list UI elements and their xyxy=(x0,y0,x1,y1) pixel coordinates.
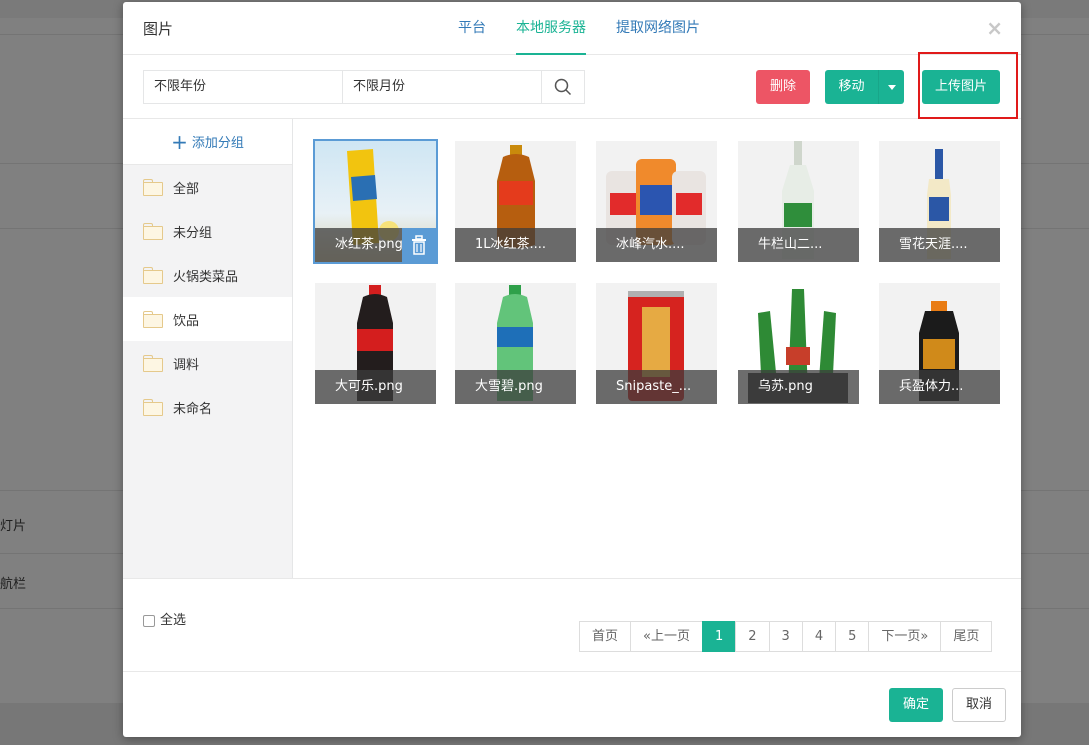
image-name: 牛栏山二... xyxy=(738,228,859,262)
image-name: 冰峰汽水.... xyxy=(596,228,717,262)
plus-icon: + xyxy=(171,130,188,154)
year-select[interactable]: 不限年份 xyxy=(143,70,343,104)
image-thumbnail[interactable]: 牛栏山二... xyxy=(738,141,859,262)
image-name: 雪花天涯.... xyxy=(879,228,1000,262)
image-thumbnail[interactable]: 雪花天涯.... xyxy=(879,141,1000,262)
folder-icon xyxy=(143,399,163,416)
modal-title: 图片 xyxy=(143,20,174,38)
image-name: Snipaste_... xyxy=(596,370,717,404)
search-icon xyxy=(554,78,572,96)
image-thumbnail[interactable]: 冰红茶.png xyxy=(313,139,438,264)
image-thumbnail[interactable]: 1L冰红茶.... xyxy=(455,141,576,262)
toolbar: 不限年份 不限月份 删除 移动 上传图片 xyxy=(123,55,1021,119)
image-name: 兵盈体力... xyxy=(879,370,1000,404)
pagination-page[interactable]: 5 xyxy=(835,621,870,652)
select-all-label: 全选 xyxy=(160,613,187,628)
sidebar-item-drinks[interactable]: 饮品 xyxy=(123,297,292,341)
image-thumbnail[interactable]: 冰峰汽水.... xyxy=(596,141,717,262)
trash-icon[interactable] xyxy=(402,228,436,262)
image-thumbnail[interactable]: 大雪碧.png xyxy=(455,283,576,404)
month-select[interactable]: 不限月份 xyxy=(342,70,542,104)
folder-icon xyxy=(143,311,163,328)
sidebar-item-label: 未分组 xyxy=(173,225,213,241)
delete-button[interactable]: 删除 xyxy=(756,70,810,104)
image-name: 1L冰红茶.... xyxy=(455,228,576,262)
upload-highlight-box xyxy=(918,52,1018,119)
sidebar-item-hotpot[interactable]: 火锅类菜品 xyxy=(123,253,292,297)
sidebar-item-ungrouped[interactable]: 未分组 xyxy=(123,209,292,253)
sidebar-item-label: 饮品 xyxy=(173,313,200,329)
image-picker-modal: 图片 平台 本地服务器 提取网络图片 × 不限年份 不限月份 删除 移动 上传图… xyxy=(123,2,1021,737)
pagination-last[interactable]: 尾页 xyxy=(940,621,993,652)
sidebar-item-label: 调料 xyxy=(173,357,200,373)
add-group-label: 添加分组 xyxy=(191,136,244,151)
add-group-button[interactable]: + 添加分组 xyxy=(123,119,292,165)
pagination-page[interactable]: 2 xyxy=(735,621,770,652)
sidebar-item-all[interactable]: 全部 xyxy=(123,165,292,209)
sidebar-item-label: 全部 xyxy=(173,181,200,197)
image-thumbnail[interactable]: 乌苏.png xyxy=(738,283,859,404)
background-label: 灯片 xyxy=(0,519,27,534)
tab-network-image[interactable]: 提取网络图片 xyxy=(616,2,700,55)
confirm-button[interactable]: 确定 xyxy=(889,688,943,722)
pagination-page[interactable]: 1 xyxy=(701,621,737,652)
background-label: 航栏 xyxy=(0,577,27,592)
chevron-down-icon[interactable] xyxy=(878,70,904,104)
sidebar-item-label: 未命名 xyxy=(173,401,213,417)
sidebar-item-label: 火锅类菜品 xyxy=(173,269,239,285)
move-button[interactable]: 移动 xyxy=(825,70,904,104)
close-icon[interactable]: × xyxy=(986,16,1003,40)
image-name: 大雪碧.png xyxy=(455,370,576,404)
group-sidebar: + 添加分组 全部 未分组 火锅类菜品 饮品 调料 未命名 xyxy=(123,119,293,578)
pagination-first[interactable]: 首页 xyxy=(579,621,632,652)
tab-platform[interactable]: 平台 xyxy=(458,2,486,55)
sidebar-item-seasoning[interactable]: 调料 xyxy=(123,341,292,385)
modal-header: 图片 平台 本地服务器 提取网络图片 × xyxy=(123,2,1021,55)
list-footer: 全选 首页 «上一页 1 2 3 4 5 下一页» 尾页 xyxy=(123,578,1021,672)
folder-icon xyxy=(143,179,163,196)
image-thumbnail[interactable]: 大可乐.png xyxy=(315,283,436,404)
source-tabs: 平台 本地服务器 提取网络图片 xyxy=(443,2,715,55)
pagination-page[interactable]: 4 xyxy=(801,621,837,652)
pagination-prev[interactable]: «上一页 xyxy=(630,621,703,652)
pagination-page[interactable]: 3 xyxy=(768,621,803,652)
folder-icon xyxy=(143,223,163,240)
image-thumbnail[interactable]: 兵盈体力... xyxy=(879,283,1000,404)
select-all[interactable]: 全选 xyxy=(143,609,186,628)
move-button-label: 移动 xyxy=(838,79,865,94)
pagination-next[interactable]: 下一页» xyxy=(868,621,942,652)
tab-local-server[interactable]: 本地服务器 xyxy=(516,2,586,55)
image-name: 乌苏.png xyxy=(738,370,859,404)
search-button[interactable] xyxy=(541,70,585,104)
folder-icon xyxy=(143,355,163,372)
pagination: 首页 «上一页 1 2 3 4 5 下一页» 尾页 xyxy=(579,621,993,652)
sidebar-item-unnamed[interactable]: 未命名 xyxy=(123,385,292,429)
image-name: 大可乐.png xyxy=(315,370,436,404)
select-all-checkbox[interactable] xyxy=(143,614,155,627)
image-thumbnail[interactable]: Snipaste_... xyxy=(596,283,717,404)
folder-icon xyxy=(143,267,163,284)
cancel-button[interactable]: 取消 xyxy=(952,688,1006,722)
